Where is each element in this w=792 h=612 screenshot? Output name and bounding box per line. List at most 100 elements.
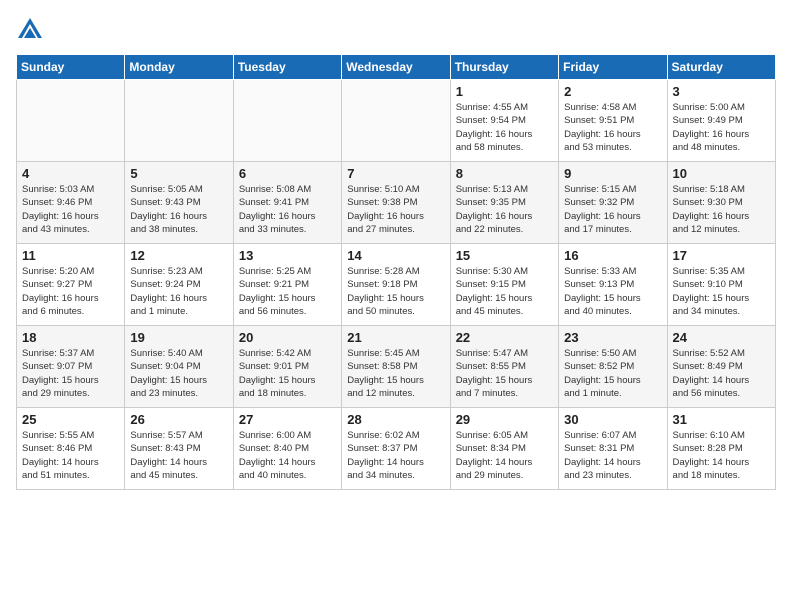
calendar-cell: 31 Sunrise: 6:10 AM Sunset: 8:28 PM Dayli… bbox=[667, 408, 775, 490]
header bbox=[16, 16, 776, 44]
day-info: Sunrise: 4:58 AM Sunset: 9:51 PM Dayligh… bbox=[564, 101, 661, 154]
day-info: Sunrise: 5:08 AM Sunset: 9:41 PM Dayligh… bbox=[239, 183, 336, 236]
day-number: 26 bbox=[130, 412, 227, 427]
day-info: Sunrise: 5:30 AM Sunset: 9:15 PM Dayligh… bbox=[456, 265, 553, 318]
week-row-0: 1 Sunrise: 4:55 AM Sunset: 9:54 PM Daylig… bbox=[17, 80, 776, 162]
day-number: 7 bbox=[347, 166, 444, 181]
day-info: Sunrise: 6:10 AM Sunset: 8:28 PM Dayligh… bbox=[673, 429, 770, 482]
calendar-cell: 23Sunrise: 5:50 AM Sunset: 8:52 PM Dayli… bbox=[559, 326, 667, 408]
calendar-cell: 24 Sunrise: 5:52 AM Sunset: 8:49 PM Dayli… bbox=[667, 326, 775, 408]
week-row-4: 25 Sunrise: 5:55 AM Sunset: 8:46 PM Dayli… bbox=[17, 408, 776, 490]
day-number: 13 bbox=[239, 248, 336, 263]
day-number: 5 bbox=[130, 166, 227, 181]
calendar-cell: 1 Sunrise: 4:55 AM Sunset: 9:54 PM Daylig… bbox=[450, 80, 558, 162]
calendar-cell: 11 Sunrise: 5:20 AM Sunset: 9:27 PM Dayli… bbox=[17, 244, 125, 326]
day-info: Sunrise: 5:20 AM Sunset: 9:27 PM Dayligh… bbox=[22, 265, 119, 318]
header-wednesday: Wednesday bbox=[342, 55, 450, 80]
calendar-cell: 5 Sunrise: 5:05 AM Sunset: 9:43 PM Daylig… bbox=[125, 162, 233, 244]
day-info: Sunrise: 6:07 AM Sunset: 8:31 PM Dayligh… bbox=[564, 429, 661, 482]
week-row-2: 11 Sunrise: 5:20 AM Sunset: 9:27 PM Dayli… bbox=[17, 244, 776, 326]
calendar-cell: 2 Sunrise: 4:58 AM Sunset: 9:51 PM Daylig… bbox=[559, 80, 667, 162]
day-number: 11 bbox=[22, 248, 119, 263]
day-number: 30 bbox=[564, 412, 661, 427]
calendar-cell: 4 Sunrise: 5:03 AM Sunset: 9:46 PM Daylig… bbox=[17, 162, 125, 244]
day-info: Sunrise: 5:40 AM Sunset: 9:04 PM Dayligh… bbox=[130, 347, 227, 400]
calendar-cell bbox=[342, 80, 450, 162]
day-number: 27 bbox=[239, 412, 336, 427]
day-number: 12 bbox=[130, 248, 227, 263]
header-saturday: Saturday bbox=[667, 55, 775, 80]
calendar-cell: 13 Sunrise: 5:25 AM Sunset: 9:21 PM Dayli… bbox=[233, 244, 341, 326]
calendar-cell bbox=[233, 80, 341, 162]
day-info: Sunrise: 5:25 AM Sunset: 9:21 PM Dayligh… bbox=[239, 265, 336, 318]
day-number: 16 bbox=[564, 248, 661, 263]
calendar-cell: 9 Sunrise: 5:15 AM Sunset: 9:32 PM Daylig… bbox=[559, 162, 667, 244]
day-info: Sunrise: 5:10 AM Sunset: 9:38 PM Dayligh… bbox=[347, 183, 444, 236]
day-number: 4 bbox=[22, 166, 119, 181]
day-number: 28 bbox=[347, 412, 444, 427]
day-number: 20 bbox=[239, 330, 336, 345]
day-number: 17 bbox=[673, 248, 770, 263]
page: SundayMondayTuesdayWednesdayThursdayFrid… bbox=[0, 0, 792, 612]
calendar-cell: 30 Sunrise: 6:07 AM Sunset: 8:31 PM Dayli… bbox=[559, 408, 667, 490]
calendar-cell: 25 Sunrise: 5:55 AM Sunset: 8:46 PM Dayli… bbox=[17, 408, 125, 490]
day-info: Sunrise: 5:05 AM Sunset: 9:43 PM Dayligh… bbox=[130, 183, 227, 236]
day-number: 10 bbox=[673, 166, 770, 181]
day-number: 25 bbox=[22, 412, 119, 427]
day-info: Sunrise: 5:33 AM Sunset: 9:13 PM Dayligh… bbox=[564, 265, 661, 318]
day-info: Sunrise: 4:55 AM Sunset: 9:54 PM Dayligh… bbox=[456, 101, 553, 154]
day-number: 2 bbox=[564, 84, 661, 99]
day-number: 8 bbox=[456, 166, 553, 181]
day-info: Sunrise: 5:37 AM Sunset: 9:07 PM Dayligh… bbox=[22, 347, 119, 400]
day-number: 1 bbox=[456, 84, 553, 99]
day-info: Sunrise: 5:15 AM Sunset: 9:32 PM Dayligh… bbox=[564, 183, 661, 236]
day-info: Sunrise: 5:47 AM Sunset: 8:55 PM Dayligh… bbox=[456, 347, 553, 400]
calendar-cell: 18 Sunrise: 5:37 AM Sunset: 9:07 PM Dayli… bbox=[17, 326, 125, 408]
calendar-cell: 17 Sunrise: 5:35 AM Sunset: 9:10 PM Dayli… bbox=[667, 244, 775, 326]
calendar-cell: 10 Sunrise: 5:18 AM Sunset: 9:30 PM Dayli… bbox=[667, 162, 775, 244]
day-number: 14 bbox=[347, 248, 444, 263]
day-number: 23 bbox=[564, 330, 661, 345]
calendar-cell: 14Sunrise: 5:28 AM Sunset: 9:18 PM Dayli… bbox=[342, 244, 450, 326]
day-info: Sunrise: 5:23 AM Sunset: 9:24 PM Dayligh… bbox=[130, 265, 227, 318]
calendar-cell: 6 Sunrise: 5:08 AM Sunset: 9:41 PM Daylig… bbox=[233, 162, 341, 244]
header-friday: Friday bbox=[559, 55, 667, 80]
day-number: 22 bbox=[456, 330, 553, 345]
day-number: 24 bbox=[673, 330, 770, 345]
day-number: 31 bbox=[673, 412, 770, 427]
calendar-cell: 16 Sunrise: 5:33 AM Sunset: 9:13 PM Dayli… bbox=[559, 244, 667, 326]
calendar-cell: 28 Sunrise: 6:02 AM Sunset: 8:37 PM Dayli… bbox=[342, 408, 450, 490]
day-info: Sunrise: 5:13 AM Sunset: 9:35 PM Dayligh… bbox=[456, 183, 553, 236]
calendar-cell: 12 Sunrise: 5:23 AM Sunset: 9:24 PM Dayli… bbox=[125, 244, 233, 326]
day-info: Sunrise: 5:35 AM Sunset: 9:10 PM Dayligh… bbox=[673, 265, 770, 318]
day-number: 18 bbox=[22, 330, 119, 345]
day-number: 3 bbox=[673, 84, 770, 99]
calendar-cell: 15Sunrise: 5:30 AM Sunset: 9:15 PM Dayli… bbox=[450, 244, 558, 326]
calendar-cell bbox=[17, 80, 125, 162]
header-sunday: Sunday bbox=[17, 55, 125, 80]
day-info: Sunrise: 6:02 AM Sunset: 8:37 PM Dayligh… bbox=[347, 429, 444, 482]
header-thursday: Thursday bbox=[450, 55, 558, 80]
header-row: SundayMondayTuesdayWednesdayThursdayFrid… bbox=[17, 55, 776, 80]
day-info: Sunrise: 5:52 AM Sunset: 8:49 PM Dayligh… bbox=[673, 347, 770, 400]
day-info: Sunrise: 5:03 AM Sunset: 9:46 PM Dayligh… bbox=[22, 183, 119, 236]
calendar-cell bbox=[125, 80, 233, 162]
calendar-cell: 8 Sunrise: 5:13 AM Sunset: 9:35 PM Daylig… bbox=[450, 162, 558, 244]
day-number: 6 bbox=[239, 166, 336, 181]
week-row-3: 18 Sunrise: 5:37 AM Sunset: 9:07 PM Dayli… bbox=[17, 326, 776, 408]
calendar-cell: 27 Sunrise: 6:00 AM Sunset: 8:40 PM Dayli… bbox=[233, 408, 341, 490]
calendar-cell: 26 Sunrise: 5:57 AM Sunset: 8:43 PM Dayli… bbox=[125, 408, 233, 490]
day-number: 9 bbox=[564, 166, 661, 181]
day-info: Sunrise: 5:55 AM Sunset: 8:46 PM Dayligh… bbox=[22, 429, 119, 482]
day-info: Sunrise: 5:57 AM Sunset: 8:43 PM Dayligh… bbox=[130, 429, 227, 482]
calendar-cell: 20Sunrise: 5:42 AM Sunset: 9:01 PM Dayli… bbox=[233, 326, 341, 408]
day-info: Sunrise: 5:45 AM Sunset: 8:58 PM Dayligh… bbox=[347, 347, 444, 400]
calendar-cell: 29Sunrise: 6:05 AM Sunset: 8:34 PM Dayli… bbox=[450, 408, 558, 490]
day-info: Sunrise: 6:05 AM Sunset: 8:34 PM Dayligh… bbox=[456, 429, 553, 482]
day-info: Sunrise: 6:00 AM Sunset: 8:40 PM Dayligh… bbox=[239, 429, 336, 482]
calendar-cell: 7 Sunrise: 5:10 AM Sunset: 9:38 PM Daylig… bbox=[342, 162, 450, 244]
day-info: Sunrise: 5:18 AM Sunset: 9:30 PM Dayligh… bbox=[673, 183, 770, 236]
logo bbox=[16, 16, 48, 44]
calendar-cell: 22 Sunrise: 5:47 AM Sunset: 8:55 PM Dayli… bbox=[450, 326, 558, 408]
calendar-table: SundayMondayTuesdayWednesdayThursdayFrid… bbox=[16, 54, 776, 490]
